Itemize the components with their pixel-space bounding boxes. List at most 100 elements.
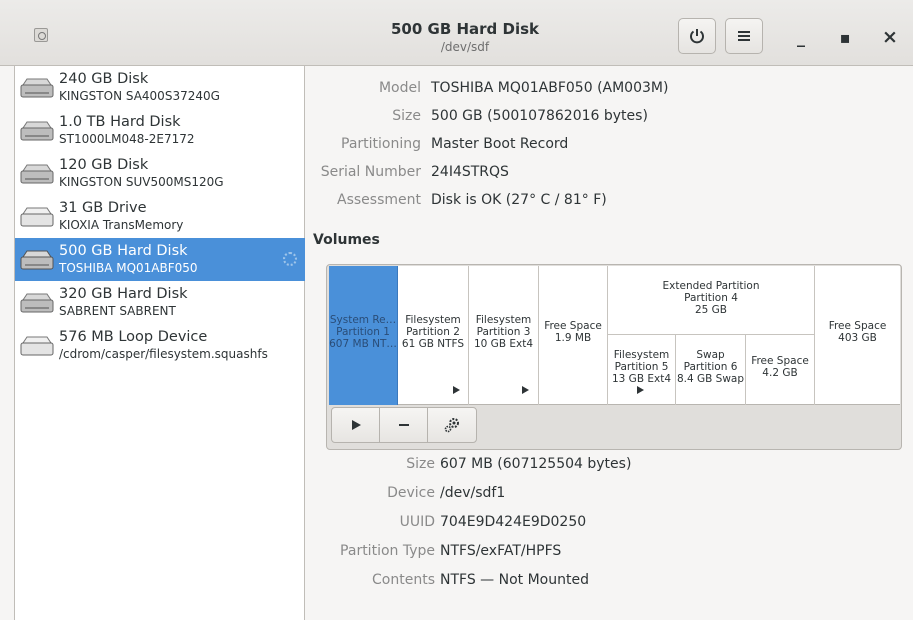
device-value: /dev/sdf1 <box>440 485 506 501</box>
device-item-500gb[interactable]: 500 GB Hard Disk TOSHIBA MQ01ABF050 <box>15 238 305 281</box>
partition-type-label: Partition Type <box>340 543 435 559</box>
hard-disk-icon <box>20 78 54 98</box>
device-model: KIOXIA TransMemory <box>59 218 184 232</box>
uuid-label: UUID <box>399 514 435 530</box>
free-space-2-size: 4.2 GB <box>762 367 798 379</box>
close-button[interactable]: × <box>878 26 902 48</box>
partition-settings-button[interactable] <box>428 408 476 442</box>
partition-3-name: Partition 3 <box>476 326 531 338</box>
device-label: Device <box>387 485 435 501</box>
delete-partition-button[interactable] <box>380 408 428 442</box>
extended-partition-block[interactable]: Extended Partition Partition 4 25 GB <box>608 266 815 335</box>
contents-label: Contents <box>372 572 435 588</box>
free-space-1-block[interactable]: Free Space 1.9 MB <box>539 266 608 405</box>
device-item-1tb[interactable]: 1.0 TB Hard Disk ST1000LM048-2E7172 <box>15 109 305 152</box>
mount-button[interactable] <box>332 408 380 442</box>
free-space-2-block[interactable]: Free Space 4.2 GB <box>746 335 815 405</box>
hard-disk-icon <box>20 164 54 184</box>
device-item-loop[interactable]: 576 MB Loop Device /cdrom/casper/filesys… <box>15 324 305 367</box>
free-space-2-label: Free Space <box>751 355 809 367</box>
free-space-3-block[interactable]: Free Space 403 GB <box>815 266 900 405</box>
serial-number-value: 24I4STRQS <box>431 164 509 180</box>
partition-6-size: 8.4 GB Swap <box>676 373 745 385</box>
partition-5-name: Partition 5 <box>614 361 669 373</box>
hamburger-menu-icon <box>738 31 750 41</box>
partition-2-size: 61 GB NTFS <box>401 338 465 350</box>
partition-5-size: 13 GB Ext4 <box>611 373 672 385</box>
partition-2-name: Partition 2 <box>406 326 460 338</box>
free-space-1-size: 1.9 MB <box>554 332 592 344</box>
app-menu-icon[interactable] <box>34 28 48 42</box>
size-value: 500 GB (500107862016 bytes) <box>431 108 648 124</box>
uuid-value: 704E9D424E9D0250 <box>440 514 587 530</box>
extended-partition-type: Extended Partition <box>662 280 760 292</box>
partition-size-value: 607 MB (607125504 bytes) <box>440 456 632 472</box>
extended-partition-name: Partition 4 <box>684 292 738 304</box>
volumes-panel: System Re… Partition 1 607 MB NT… Filesy… <box>326 264 902 450</box>
partition-1-name: Partition 1 <box>336 326 390 338</box>
usb-drive-icon <box>20 207 54 227</box>
device-item-240gb[interactable]: 240 GB Disk KINGSTON SA400S37240G <box>15 66 305 109</box>
free-space-1-label: Free Space <box>544 320 602 332</box>
mount-arrow-icon <box>522 386 529 394</box>
partition-3-size: 10 GB Ext4 <box>473 338 534 350</box>
header-bar: 500 GB Hard Disk /dev/sdf _ ▪ × <box>0 0 913 66</box>
serial-number-label: Serial Number <box>320 164 421 180</box>
mount-arrow-icon <box>637 386 644 394</box>
partition-size-label: Size <box>406 456 435 472</box>
partition-6-name: Partition 6 <box>683 361 738 373</box>
device-name: 320 GB Hard Disk <box>59 286 188 302</box>
model-value: TOSHIBA MQ01ABF050 (AM003M) <box>431 80 669 96</box>
contents-value: NTFS — Not Mounted <box>440 572 589 588</box>
partition-5-block[interactable]: Filesystem Partition 5 13 GB Ext4 <box>608 335 676 405</box>
partition-1-type: System Re… <box>329 314 397 326</box>
minimize-button[interactable]: _ <box>789 26 813 48</box>
mount-arrow-icon <box>453 386 460 394</box>
model-label: Model <box>378 80 421 96</box>
partition-type-value: NTFS/exFAT/HPFS <box>440 543 562 559</box>
device-item-120gb[interactable]: 120 GB Disk KINGSTON SUV500MS120G <box>15 152 305 195</box>
partition-2-type: Filesystem <box>405 314 461 326</box>
maximize-button[interactable]: ▪ <box>833 26 857 48</box>
device-model: SABRENT SABRENT <box>59 304 176 318</box>
disk-details: Model TOSHIBA MQ01ABF050 (AM003M) Size 5… <box>305 66 913 620</box>
minimize-icon: _ <box>797 27 805 47</box>
hard-disk-icon <box>20 250 54 270</box>
device-name: 240 GB Disk <box>59 71 149 87</box>
device-name: 576 MB Loop Device <box>59 329 208 345</box>
device-name: 120 GB Disk <box>59 157 149 173</box>
volume-toolbar <box>331 407 477 443</box>
partition-1-block[interactable]: System Re… Partition 1 607 MB NT… <box>329 266 398 405</box>
power-off-button[interactable] <box>678 18 716 54</box>
partition-5-type: Filesystem <box>613 349 670 361</box>
device-list: 240 GB Disk KINGSTON SA400S37240G 1.0 TB… <box>14 66 305 620</box>
device-name: 31 GB Drive <box>59 200 147 216</box>
device-model: ST1000LM048-2E7172 <box>59 132 195 146</box>
assessment-value: Disk is OK (27° C / 81° F) <box>431 192 607 208</box>
partition-6-block[interactable]: Swap Partition 6 8.4 GB Swap <box>676 335 746 405</box>
hard-disk-icon <box>20 121 54 141</box>
partitioning-value: Master Boot Record <box>431 136 569 152</box>
partition-3-type: Filesystem <box>475 314 532 326</box>
partition-2-block[interactable]: Filesystem Partition 2 61 GB NTFS <box>398 266 469 405</box>
drive-menu-button[interactable] <box>725 18 763 54</box>
free-space-3-label: Free Space <box>828 320 887 332</box>
power-icon <box>690 29 704 44</box>
assessment-label: Assessment <box>337 192 421 208</box>
device-model: /cdrom/casper/filesystem.squashfs <box>59 347 268 361</box>
device-item-320gb[interactable]: 320 GB Hard Disk SABRENT SABRENT <box>15 281 305 324</box>
device-model: TOSHIBA MQ01ABF050 <box>59 261 198 275</box>
device-name: 500 GB Hard Disk <box>59 243 188 259</box>
window-subtitle: /dev/sdf <box>440 40 490 54</box>
hard-disk-icon <box>20 293 54 313</box>
device-model: KINGSTON SA400S37240G <box>59 89 220 103</box>
partitioning-label: Partitioning <box>341 136 421 152</box>
partition-3-block[interactable]: Filesystem Partition 3 10 GB Ext4 <box>469 266 539 405</box>
gears-icon <box>444 418 459 433</box>
volumes-heading: Volumes <box>313 232 380 248</box>
device-model: KINGSTON SUV500MS120G <box>59 175 224 189</box>
partition-6-type: Swap <box>696 349 725 361</box>
device-item-31gb[interactable]: 31 GB Drive KIOXIA TransMemory <box>15 195 305 238</box>
volume-map: System Re… Partition 1 607 MB NT… Filesy… <box>329 266 900 405</box>
window-title: 500 GB Hard Disk <box>390 20 540 38</box>
